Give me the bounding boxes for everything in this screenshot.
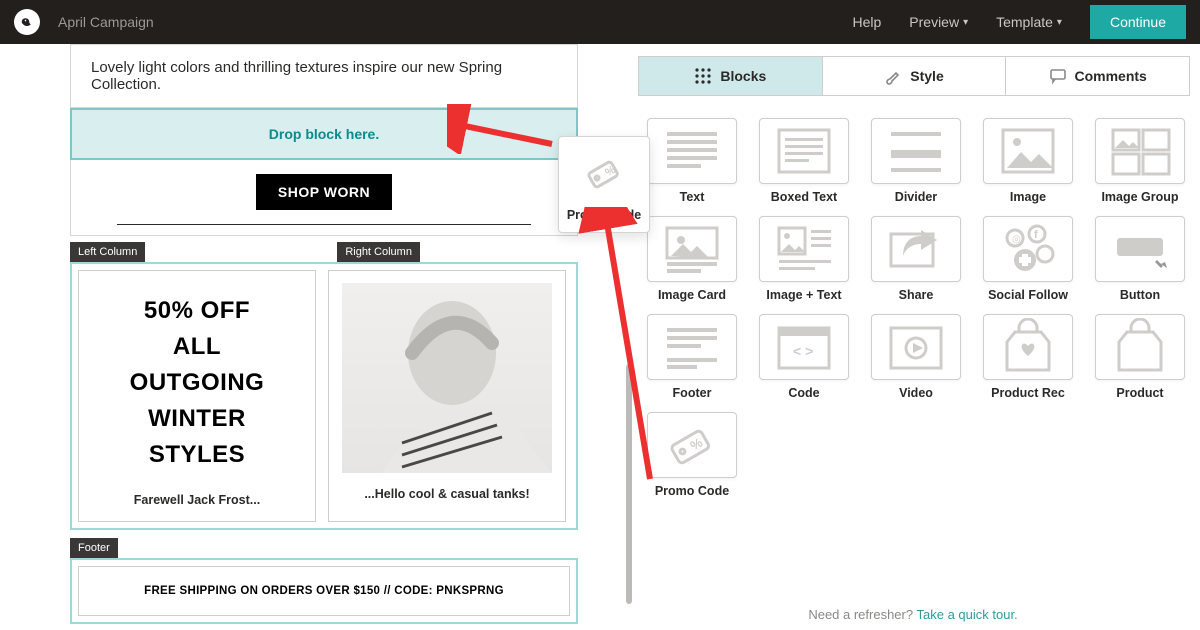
product-icon xyxy=(1095,314,1185,380)
left-caption: Farewell Jack Frost... xyxy=(134,487,260,521)
preview-dropdown[interactable]: Preview▾ xyxy=(909,14,968,30)
block-label: Image + Text xyxy=(766,288,841,302)
product-rec-icon xyxy=(983,314,1073,380)
tab-blocks[interactable]: Blocks xyxy=(639,57,823,95)
block-label: Video xyxy=(899,386,933,400)
block-label: Code xyxy=(788,386,819,400)
grid-icon xyxy=(694,67,712,85)
editor-pane: Lovely light colors and thrilling textur… xyxy=(0,44,626,630)
divider-icon xyxy=(871,118,961,184)
two-column-block[interactable]: 50% OFF ALL OUTGOING WINTER STYLES Farew… xyxy=(70,262,578,530)
block-video[interactable]: Video xyxy=(866,314,966,400)
drop-target[interactable]: Drop block here. xyxy=(70,108,578,160)
block-label: Footer xyxy=(673,386,712,400)
intro-text: Lovely light colors and thrilling textur… xyxy=(91,59,502,93)
image-icon xyxy=(983,118,1073,184)
block-boxed-text[interactable]: Boxed Text xyxy=(754,118,854,204)
share-icon xyxy=(871,216,961,282)
chevron-down-icon: ▾ xyxy=(963,17,968,28)
quick-tour-link[interactable]: Take a quick tour xyxy=(916,607,1014,622)
email-canvas: Lovely light colors and thrilling textur… xyxy=(70,44,578,624)
footer-block[interactable]: FREE SHIPPING ON ORDERS OVER $150 // COD… xyxy=(70,558,578,624)
tab-blocks-label: Blocks xyxy=(720,68,766,84)
block-image[interactable]: Image xyxy=(978,118,1078,204)
promo-code-icon xyxy=(647,412,737,478)
scrollbar[interactable] xyxy=(626,364,632,604)
image-card-icon xyxy=(647,216,737,282)
button-icon xyxy=(1095,216,1185,282)
block-label: Image Card xyxy=(658,288,726,302)
block-image-group[interactable]: Image Group xyxy=(1090,118,1190,204)
shop-worn-button[interactable]: SHOP WORN xyxy=(256,174,392,210)
social-follow-icon xyxy=(983,216,1073,282)
block-promo-code[interactable]: Promo Code xyxy=(642,412,742,498)
template-dropdown[interactable]: Template▾ xyxy=(996,14,1062,30)
block-label: Social Follow xyxy=(988,288,1068,302)
block-divider[interactable]: Divider xyxy=(866,118,966,204)
block-share[interactable]: Share xyxy=(866,216,966,302)
model-image-placeholder xyxy=(342,283,552,473)
block-social-follow[interactable]: Social Follow xyxy=(978,216,1078,302)
block-label: Text xyxy=(680,190,705,204)
footer-text: FREE SHIPPING ON ORDERS OVER $150 // COD… xyxy=(78,566,570,616)
block-image-card[interactable]: Image Card xyxy=(642,216,742,302)
block-image-text[interactable]: Image + Text xyxy=(754,216,854,302)
right-column-box[interactable]: ...Hello cool & casual tanks! xyxy=(328,270,566,522)
block-code[interactable]: Code xyxy=(754,314,854,400)
sidebar-panel: Blocks Style Comments Text Boxed Text Divi… xyxy=(626,44,1200,630)
topbar: April Campaign Help Preview▾ Template▾ C… xyxy=(0,0,1200,44)
footer-section-label: Footer xyxy=(70,538,118,558)
block-label: Divider xyxy=(895,190,937,204)
help-link[interactable]: Help xyxy=(852,14,881,30)
tab-comments-label: Comments xyxy=(1075,68,1147,84)
code-icon xyxy=(759,314,849,380)
drop-target-label: Drop block here. xyxy=(269,126,379,142)
brush-icon xyxy=(884,67,902,85)
refresher-note: Need a refresher? Take a quick tour. xyxy=(808,607,1017,622)
block-label: Share xyxy=(899,288,934,302)
footer-icon xyxy=(647,314,737,380)
left-column-box[interactable]: 50% OFF ALL OUTGOING WINTER STYLES Farew… xyxy=(78,270,316,522)
video-icon xyxy=(871,314,961,380)
left-column-label: Left Column xyxy=(70,242,145,262)
app-logo-icon xyxy=(14,9,40,35)
block-footer[interactable]: Footer xyxy=(642,314,742,400)
tab-style[interactable]: Style xyxy=(823,57,1007,95)
text-icon xyxy=(647,118,737,184)
block-label: Image Group xyxy=(1101,190,1178,204)
continue-button[interactable]: Continue xyxy=(1090,5,1186,39)
block-label: Promo Code xyxy=(655,484,729,498)
tab-style-label: Style xyxy=(910,68,943,84)
block-product[interactable]: Product xyxy=(1090,314,1190,400)
intro-text-block[interactable]: Lovely light colors and thrilling textur… xyxy=(70,44,578,108)
image-group-icon xyxy=(1095,118,1185,184)
block-label: Product Rec xyxy=(991,386,1065,400)
block-label: Product xyxy=(1116,386,1163,400)
blocks-grid: Text Boxed Text Divider Image Image Group Ima… xyxy=(642,118,1190,498)
sidebar-tabs: Blocks Style Comments xyxy=(638,56,1190,96)
main-split: Lovely light colors and thrilling textur… xyxy=(0,44,1200,630)
block-text[interactable]: Text xyxy=(642,118,742,204)
block-button[interactable]: Button xyxy=(1090,216,1190,302)
tab-comments[interactable]: Comments xyxy=(1006,57,1189,95)
dragging-block-label: Promo Code xyxy=(567,208,641,222)
right-caption: ...Hello cool & casual tanks! xyxy=(364,481,529,515)
image-text-icon xyxy=(759,216,849,282)
block-product-rec[interactable]: Product Rec xyxy=(978,314,1078,400)
block-label: Image xyxy=(1010,190,1046,204)
column-labels: Left Column Right Column xyxy=(70,242,578,262)
promo-code-icon: % xyxy=(566,145,642,203)
horizontal-rule xyxy=(117,224,532,225)
chevron-down-icon: ▾ xyxy=(1057,17,1062,28)
boxed-text-icon xyxy=(759,118,849,184)
comment-icon xyxy=(1049,67,1067,85)
button-block[interactable]: SHOP WORN xyxy=(70,160,578,236)
campaign-name[interactable]: April Campaign xyxy=(58,14,154,30)
dragging-block-promo-code[interactable]: % Promo Code xyxy=(558,136,650,233)
promo-headline: 50% OFF ALL OUTGOING WINTER STYLES xyxy=(122,271,273,487)
block-label: Button xyxy=(1120,288,1160,302)
right-column-label: Right Column xyxy=(337,242,420,262)
block-label: Boxed Text xyxy=(771,190,837,204)
